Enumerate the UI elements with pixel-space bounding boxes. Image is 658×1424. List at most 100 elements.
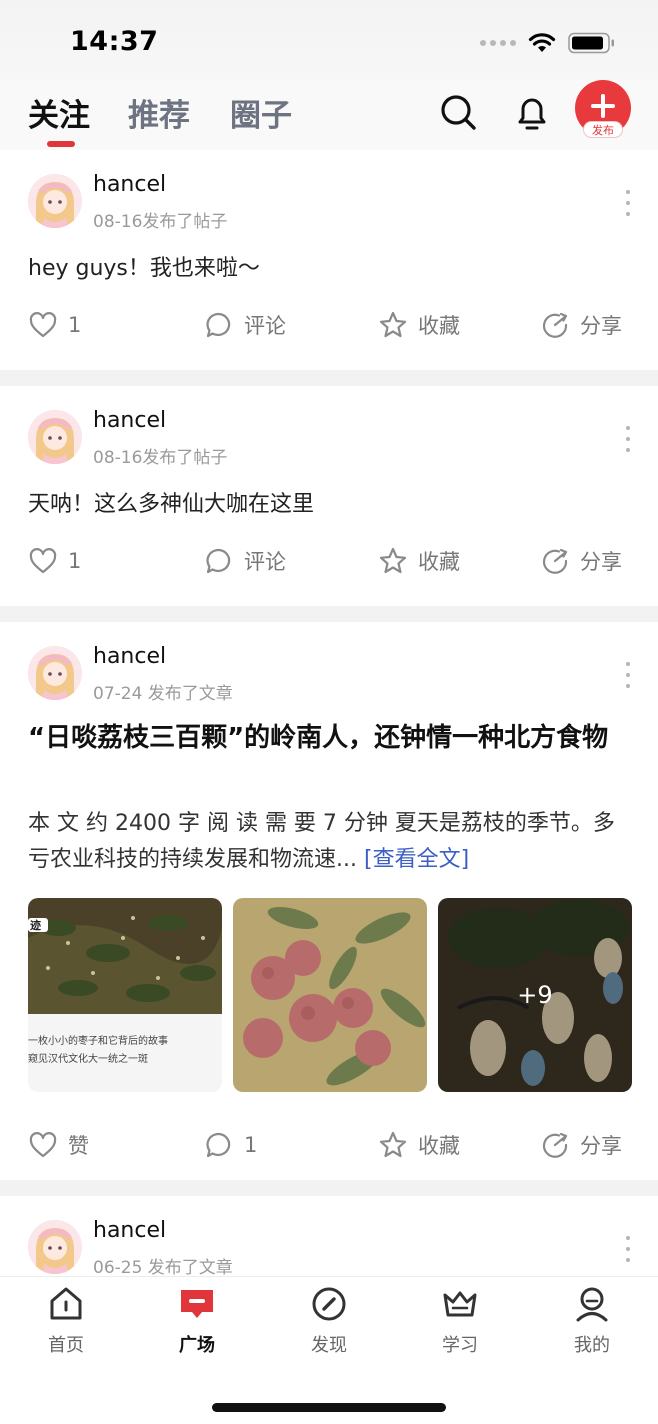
article-excerpt[interactable]: 本 文 约 2400 字 阅 读 需 要 7 分钟 夏天是荔枝的季节。多亏农业科… [28,806,632,878]
image-thumbnail[interactable] [233,898,427,1092]
username[interactable]: hancel [93,1218,166,1243]
avatar-illustration [28,410,82,464]
publish-label: 发布 [583,121,623,138]
post-text[interactable]: hey guys！我也来啦～ [28,250,260,282]
tab-learn[interactable]: 学习 [415,1285,505,1357]
lychee-painting [233,898,427,1092]
star-icon [379,547,407,574]
comment-label: 评论 [244,550,286,574]
comment-icon [206,1132,231,1158]
article-card[interactable]: hancel 07-24 发布了文章 “日啖荔枝三百颗”的岭南人，还钟情一种北方… [0,622,658,1180]
star-icon [379,1131,407,1158]
more-images-overlay[interactable]: +9 [438,898,632,1092]
comment-button[interactable]: 评论 [204,310,286,340]
status-bar: 14:37 [0,0,658,80]
image-thumbnail[interactable]: +9 [438,898,632,1092]
tab-square[interactable]: 广场 [152,1285,242,1357]
share-button[interactable]: 分享 [540,310,622,340]
more-icon[interactable] [624,1236,632,1262]
tab-following[interactable]: 关注 [28,90,90,135]
tab-recommended[interactable]: 推荐 [128,90,190,135]
post-meta: 08-16发布了帖子 [93,212,228,232]
like-label: 赞 [68,1134,89,1158]
post-meta: 08-16发布了帖子 [93,448,228,468]
share-button[interactable]: 分享 [540,1130,622,1160]
comment-count: 1 [244,1133,258,1157]
home-icon [50,1287,82,1320]
feed[interactable]: hancel 08-16发布了帖子 hey guys！我也来啦～ 1 评论 收藏… [0,150,658,1276]
like-count: 1 [68,549,82,573]
avatar[interactable] [28,410,82,464]
heart-icon [29,312,57,338]
more-icon[interactable] [624,426,632,452]
favorite-button[interactable]: 收藏 [378,1130,460,1160]
thumb-tag: 迹 [30,919,41,932]
wifi-icon [528,33,556,52]
status-icons [480,32,616,54]
username[interactable]: hancel [93,408,166,433]
username[interactable]: hancel [93,172,166,197]
share-label: 分享 [580,550,622,574]
publish-button[interactable]: 发布 [575,80,631,138]
comment-label: 评论 [244,314,286,338]
bell-icon[interactable] [512,92,552,132]
post-meta: 06-25 发布了文章 [93,1258,233,1276]
like-button[interactable]: 1 [28,310,81,340]
compass-icon [312,1287,346,1321]
comment-icon [206,548,231,574]
article-card[interactable]: hancel 06-25 发布了文章 [0,1196,658,1276]
square-icon [181,1290,213,1318]
thumb-caption: 窥见汉代文化大一统之一斑 [28,1054,148,1065]
favorite-button[interactable]: 收藏 [378,310,460,340]
like-button[interactable]: 赞 [28,1130,89,1160]
tab-discover-label: 发现 [311,1335,347,1356]
bottom-tab-bar: 首页 广场 发现 学习 我的 [0,1276,658,1424]
excerpt-text: 本 文 约 2400 字 阅 读 需 要 7 分钟 夏天是荔枝的季节。多亏农业科… [28,811,615,872]
avatar[interactable] [28,174,82,228]
thumb-caption: 一枚小小的枣子和它背后的故事 [28,1036,168,1047]
more-icon[interactable] [624,190,632,216]
avatar[interactable] [28,646,82,700]
profile-icon [576,1287,608,1322]
search-icon[interactable] [438,92,478,132]
share-icon [542,1132,568,1158]
share-label: 分享 [580,314,622,338]
tab-home-label: 首页 [48,1335,84,1356]
tab-learn-label: 学习 [442,1335,478,1356]
post-meta: 07-24 发布了文章 [93,684,233,704]
read-more-link[interactable]: [查看全文] [364,847,469,872]
tab-home[interactable]: 首页 [21,1285,111,1357]
like-button[interactable]: 1 [28,546,81,576]
comment-icon [206,312,231,338]
avatar[interactable] [28,1220,82,1274]
username[interactable]: hancel [93,644,166,669]
heart-icon [29,548,57,574]
favorite-label: 收藏 [418,314,460,338]
tab-circles[interactable]: 圈子 [230,90,292,135]
signal-icon [480,40,516,46]
comment-button[interactable]: 1 [204,1130,257,1160]
plus-icon [591,94,615,118]
favorite-label: 收藏 [418,550,460,574]
image-thumbnail[interactable]: 迹 一枚小小的枣子和它背后的故事 窥见汉代文化大一统之一斑 [28,898,222,1092]
heart-icon [29,1132,57,1158]
home-indicator [212,1403,446,1412]
post-card[interactable]: hancel 08-16发布了帖子 hey guys！我也来啦～ 1 评论 收藏… [0,150,658,370]
battery-icon [568,32,614,54]
post-card[interactable]: hancel 08-16发布了帖子 天呐！这么多神仙大咖在这里 1 评论 收藏 … [0,386,658,606]
top-nav: 关注 推荐 圈子 发布 [0,80,658,150]
star-icon [379,311,407,338]
favorite-button[interactable]: 收藏 [378,546,460,576]
tab-me[interactable]: 我的 [547,1285,637,1357]
more-icon[interactable] [624,662,632,688]
share-icon [542,312,568,338]
avatar-illustration [28,1220,82,1274]
post-text[interactable]: 天呐！这么多神仙大咖在这里 [28,486,314,518]
article-title[interactable]: “日啖荔枝三百颗”的岭南人，还钟情一种北方食物 [28,718,628,758]
comment-button[interactable]: 评论 [204,546,286,576]
favorite-label: 收藏 [418,1134,460,1158]
tab-me-label: 我的 [574,1335,610,1356]
tab-indicator [47,141,75,147]
share-button[interactable]: 分享 [540,546,622,576]
tab-discover[interactable]: 发现 [284,1285,374,1357]
